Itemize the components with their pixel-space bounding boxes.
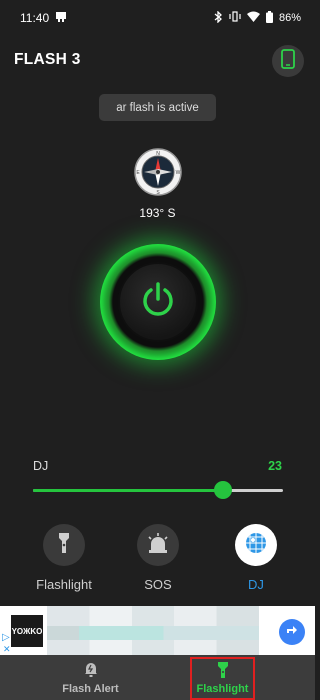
dj-label: DJ [33,459,49,473]
mode-flashlight-label: Flashlight [36,577,92,592]
svg-text:W: W [176,170,181,176]
ad-choices-icon[interactable]: ▷ [2,632,10,643]
ad-directions-button[interactable] [279,619,305,645]
disco-ball-icon [244,531,268,560]
bluetooth-icon [214,9,223,26]
phone-button[interactable] [272,45,304,77]
mode-dj-label: DJ [248,577,264,592]
svg-text:N: N [156,151,160,157]
mode-dj[interactable]: DJ [216,524,296,592]
ad-banner[interactable]: ▷ ✕ YOЖKO [0,606,315,655]
flashlight-icon [57,532,71,559]
battery-percent: 86% [278,12,301,24]
power-button[interactable] [100,244,216,360]
nav-selection-highlight [190,657,255,700]
ad-logo[interactable]: YOЖKO [11,615,43,647]
vibrate-icon [229,11,241,25]
bell-flash-icon [84,661,98,682]
mode-flashlight-circle [43,524,85,566]
siren-icon [146,532,170,559]
mode-sos-label: SOS [144,577,172,592]
slider-thumb[interactable] [214,481,232,499]
power-icon [141,281,175,323]
ad-close-icon[interactable]: ✕ [3,644,11,655]
status-toast: ar flash is active [99,94,216,121]
compass-heading: 193° S [139,206,176,220]
mode-sos[interactable]: SOS [118,524,198,592]
notification-icon [55,11,67,26]
phone-icon [281,48,295,74]
dj-value: 23 [268,459,282,473]
mode-flashlight[interactable]: Flashlight [24,524,104,592]
status-bar: 11:40 86% [0,0,315,36]
arrow-right-icon [285,623,299,642]
wifi-icon [246,11,260,25]
bottom-nav: Flash Alert Flashlight [0,655,315,700]
battery-icon [265,10,273,26]
mode-dj-circle [235,524,277,566]
power-button-inner [118,262,198,342]
compass-icon: N W E S [133,148,183,201]
dj-slider[interactable] [33,480,283,500]
compass: N W E S [133,147,183,197]
ad-content[interactable] [47,606,259,655]
app-title: FLASH 3 [14,51,81,68]
mode-sos-circle [137,524,179,566]
slider-fill [33,489,223,492]
status-time: 11:40 [20,11,50,25]
